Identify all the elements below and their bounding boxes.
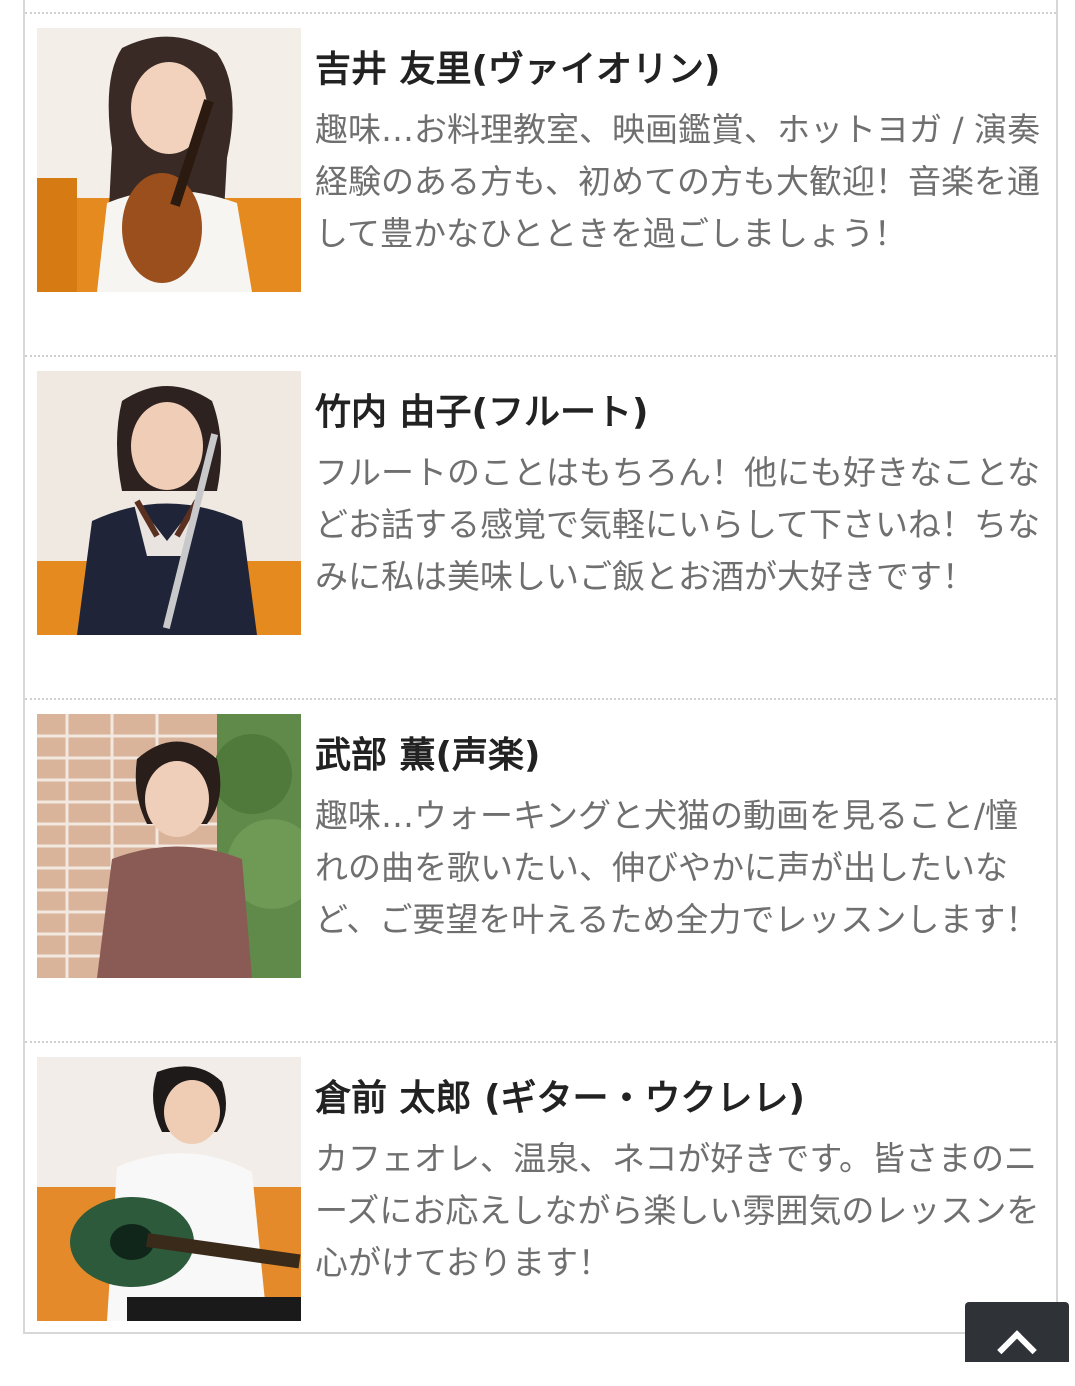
teacher-photo-guitar: [37, 1057, 301, 1321]
teacher-description: 趣味…お料理教室、映画鑑賞、ホットヨガ / 演奏経験のある方も、初めての方も大歓…: [315, 110, 1041, 253]
teacher-info: 武部 薫(声楽) 趣味…ウォーキングと犬猫の動画を見ること/憧れの曲を歌いたい、…: [315, 728, 1045, 946]
teacher-description: カフェオレ、温泉、ネコが好きです。皆さまのニーズにお応えしながら楽しい雰囲気のレ…: [315, 1139, 1040, 1282]
teacher-description: フルートのことはもちろん！他にも好きなことなどお話する感覚で気軽にいらして下さい…: [315, 453, 1041, 596]
teacher-info: 竹内 由子(フルート) フルートのことはもちろん！他にも好きなことなどお話する感…: [315, 385, 1045, 603]
teacher-card-violin: 吉井 友里(ヴァイオリン) 趣味…お料理教室、映画鑑賞、ホットヨガ / 演奏経験…: [25, 14, 1056, 357]
teacher-list: 吉井 友里(ヴァイオリン) 趣味…お料理教室、映画鑑賞、ホットヨガ / 演奏経験…: [23, 0, 1058, 1334]
teacher-photo-vocal: [37, 714, 301, 978]
teacher-card-vocal: 武部 薫(声楽) 趣味…ウォーキングと犬猫の動画を見ること/憧れの曲を歌いたい、…: [25, 700, 1056, 1043]
teacher-card-flute: 竹内 由子(フルート) フルートのことはもちろん！他にも好きなことなどお話する感…: [25, 357, 1056, 700]
teacher-info: 吉井 友里(ヴァイオリン) 趣味…お料理教室、映画鑑賞、ホットヨガ / 演奏経験…: [315, 42, 1045, 260]
teacher-info: 倉前 太郎 (ギター・ウクレレ) カフェオレ、温泉、ネコが好きです。皆さまのニー…: [315, 1071, 1045, 1289]
teacher-name: 倉前 太郎 (ギター・ウクレレ): [315, 1078, 805, 1119]
teacher-name: 吉井 友里(ヴァイオリン): [315, 49, 721, 90]
teacher-name: 武部 薫(声楽): [315, 735, 541, 776]
teacher-card-guitar: 倉前 太郎 (ギター・ウクレレ) カフェオレ、温泉、ネコが好きです。皆さまのニー…: [25, 1043, 1056, 1386]
teacher-description: 趣味…ウォーキングと犬猫の動画を見ること/憧れの曲を歌いたい、伸びやかに声が出し…: [315, 796, 1039, 939]
teacher-name: 竹内 由子(フルート): [315, 392, 649, 433]
teacher-photo-violin: [37, 28, 301, 292]
scroll-to-top-button[interactable]: [965, 1302, 1069, 1370]
teacher-photo-flute: [37, 371, 301, 635]
